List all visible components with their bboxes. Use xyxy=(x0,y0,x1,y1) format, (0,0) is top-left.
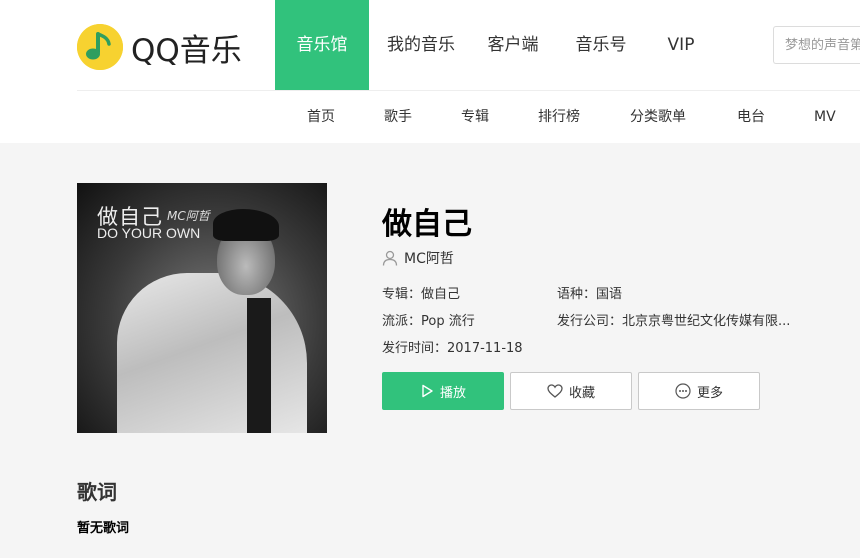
language-info: 语种：国语 xyxy=(557,287,623,302)
search-box xyxy=(773,26,860,64)
more-button[interactable]: 更多 xyxy=(638,372,760,410)
cover-hair-shape xyxy=(213,209,279,241)
singer-link[interactable]: MC阿哲 xyxy=(382,247,454,269)
user-icon xyxy=(382,250,398,266)
album-cover[interactable]: 做自己 MC阿哲 DO YOUR OWN xyxy=(77,183,327,433)
cover-figure-shape xyxy=(117,273,307,433)
qq-music-logo[interactable]: QQ音乐 xyxy=(77,24,242,70)
more-button-label: 更多 xyxy=(696,385,723,401)
play-icon xyxy=(422,384,433,398)
subnav-home[interactable]: 首页 xyxy=(307,91,335,143)
song-title: 做自己 xyxy=(382,207,472,242)
genre-info: 流派：Pop 流行 xyxy=(382,314,475,329)
nav-music-hall[interactable]: 音乐馆 xyxy=(275,0,369,90)
release-date-info: 发行时间：2017-11-18 xyxy=(382,341,523,356)
nav-music-account[interactable]: 音乐号 xyxy=(553,0,649,90)
play-button-label: 播放 xyxy=(439,385,466,401)
play-button[interactable]: 播放 xyxy=(382,372,504,410)
subnav-charts[interactable]: 排行榜 xyxy=(538,91,580,143)
cover-subtitle: DO YOUR OWN xyxy=(97,225,201,241)
favorite-button-label: 收藏 xyxy=(568,385,595,401)
subnav-playlists[interactable]: 分类歌单 xyxy=(630,91,686,143)
song-detail-section: 做自己 MC阿哲 DO YOUR OWN 做自己 MC阿哲 专辑：做自己 语种：… xyxy=(0,143,860,558)
cover-shirt-shape xyxy=(247,298,271,433)
cover-signature: MC阿哲 xyxy=(167,209,210,223)
album-info[interactable]: 专辑：做自己 xyxy=(382,283,460,302)
site-header: QQ音乐 音乐馆 我的音乐 客户端 音乐号 VIP 首页 歌手 专辑 排行榜 分… xyxy=(0,0,860,143)
logo-text: QQ音乐 xyxy=(131,32,242,69)
main-nav: 音乐馆 我的音乐 客户端 音乐号 VIP xyxy=(275,0,713,90)
singer-name[interactable]: MC阿哲 xyxy=(404,248,454,268)
subnav-singers[interactable]: 歌手 xyxy=(384,91,412,143)
nav-my-music[interactable]: 我的音乐 xyxy=(369,0,473,90)
nav-vip[interactable]: VIP xyxy=(649,0,713,90)
sub-nav: 首页 歌手 专辑 排行榜 分类歌单 电台 MV xyxy=(0,91,860,143)
search-input[interactable] xyxy=(774,27,860,63)
lyrics-empty-text: 暂无歌词 xyxy=(77,521,130,536)
more-dots-icon xyxy=(675,383,691,399)
subnav-albums[interactable]: 专辑 xyxy=(461,91,489,143)
music-note-logo-icon xyxy=(77,24,123,70)
subnav-radio[interactable]: 电台 xyxy=(737,91,765,143)
subnav-mv[interactable]: MV xyxy=(814,91,836,143)
company-info: 发行公司：北京京粤世纪文化传媒有限... xyxy=(557,314,791,329)
lyrics-heading: 歌词 xyxy=(77,480,117,504)
favorite-button[interactable]: 收藏 xyxy=(510,372,632,410)
nav-client[interactable]: 客户端 xyxy=(473,0,553,90)
heart-icon xyxy=(547,384,563,398)
